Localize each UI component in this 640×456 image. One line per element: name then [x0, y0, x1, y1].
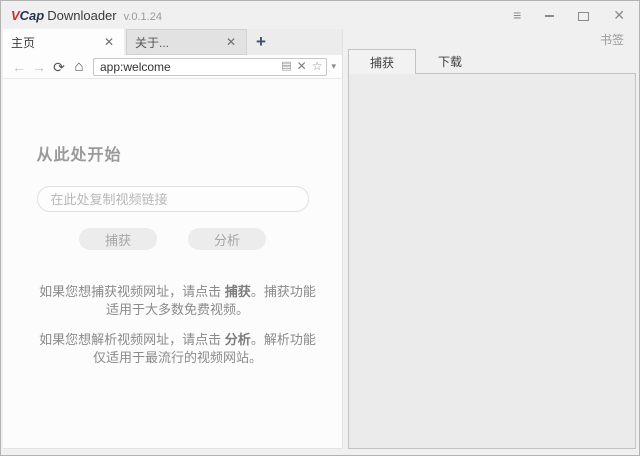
logo-v: V [11, 8, 20, 23]
side-panel: 书签 捕获 下载 [348, 29, 636, 449]
app-logo: VCap Downloader v.0.1.24 [11, 8, 162, 23]
address-dropdown-icon[interactable]: ▾ [331, 61, 336, 72]
minimize-icon [545, 15, 554, 17]
analyze-help-pre: 如果您想解析视频网址，请点击 [39, 332, 225, 347]
forward-icon[interactable]: → [29, 60, 49, 74]
title-bar: VCap Downloader v.0.1.24 ≡ ✕ [1, 1, 639, 29]
capture-button[interactable]: 捕获 [79, 228, 157, 250]
app-version: v.0.1.24 [124, 11, 162, 23]
webview-content: 从此处开始 捕获 分析 如果您想捕获视频网址，请点击 捕获。捕获功能适用于大多数… [3, 79, 342, 449]
app-window: VCap Downloader v.0.1.24 ≡ ✕ 主页 ✕ 关于... … [0, 0, 640, 456]
page-title: 从此处开始 [37, 141, 309, 165]
window-controls: ≡ ✕ [513, 8, 629, 22]
address-bar[interactable]: ▤ ✕ ☆ [93, 58, 327, 76]
close-button[interactable]: ✕ [613, 8, 625, 22]
bookmark-star-icon[interactable]: ☆ [312, 61, 323, 72]
browser-pane: 主页 ✕ 关于... ✕ + ← → ⟳ ⌂ ▤ ✕ ☆ [3, 29, 342, 449]
home-icon[interactable]: ⌂ [69, 60, 89, 74]
action-buttons: 捕获 分析 [37, 228, 309, 250]
browser-tab-strip: 主页 ✕ 关于... ✕ + [3, 29, 342, 55]
analyze-help-bold: 分析 [225, 332, 251, 347]
refresh-icon[interactable]: ⟳ [49, 60, 69, 74]
maximize-button[interactable] [578, 8, 589, 22]
address-input[interactable] [100, 60, 276, 74]
logo-cap: Cap [20, 8, 45, 23]
clear-address-icon[interactable]: ✕ [297, 61, 307, 72]
tab-home-close-icon[interactable]: ✕ [102, 35, 116, 49]
tab-about-close-icon[interactable]: ✕ [224, 35, 238, 49]
page-icon[interactable]: ▤ [281, 61, 291, 72]
tab-home[interactable]: 主页 ✕ [3, 29, 124, 55]
menu-icon[interactable]: ≡ [513, 8, 521, 22]
app-name: Downloader [47, 8, 116, 23]
panel-tab-download[interactable]: 下载 [416, 49, 484, 73]
panel-top-bar: 书签 [348, 29, 636, 49]
minimize-button[interactable] [545, 8, 554, 22]
navigation-bar: ← → ⟳ ⌂ ▤ ✕ ☆ ▾ [3, 55, 342, 79]
maximize-icon [578, 12, 589, 21]
welcome-block: 从此处开始 捕获 分析 如果您想捕获视频网址，请点击 捕获。捕获功能适用于大多数… [37, 141, 309, 367]
video-link-input[interactable] [37, 186, 309, 212]
tab-about-label: 关于... [135, 34, 224, 51]
bookmarks-button[interactable]: 书签 [600, 31, 624, 48]
capture-help-text: 如果您想捕获视频网址，请点击 捕获。捕获功能适用于大多数免费视频。 [37, 283, 319, 319]
workspace: 主页 ✕ 关于... ✕ + ← → ⟳ ⌂ ▤ ✕ ☆ [1, 29, 639, 455]
capture-list-pane [348, 73, 636, 449]
back-icon[interactable]: ← [9, 60, 29, 74]
capture-help-bold: 捕获 [225, 284, 251, 299]
tab-about[interactable]: 关于... ✕ [126, 29, 247, 55]
analyze-help-text: 如果您想解析视频网址，请点击 分析。解析功能仅适用于最流行的视频网站。 [37, 331, 319, 367]
panel-tab-capture[interactable]: 捕获 [348, 49, 416, 74]
capture-help-pre: 如果您想捕获视频网址，请点击 [39, 284, 225, 299]
analyze-button[interactable]: 分析 [188, 228, 266, 250]
tab-home-label: 主页 [11, 34, 102, 51]
new-tab-button[interactable]: + [247, 29, 275, 55]
panel-tab-bar: 捕获 下载 [348, 49, 636, 73]
